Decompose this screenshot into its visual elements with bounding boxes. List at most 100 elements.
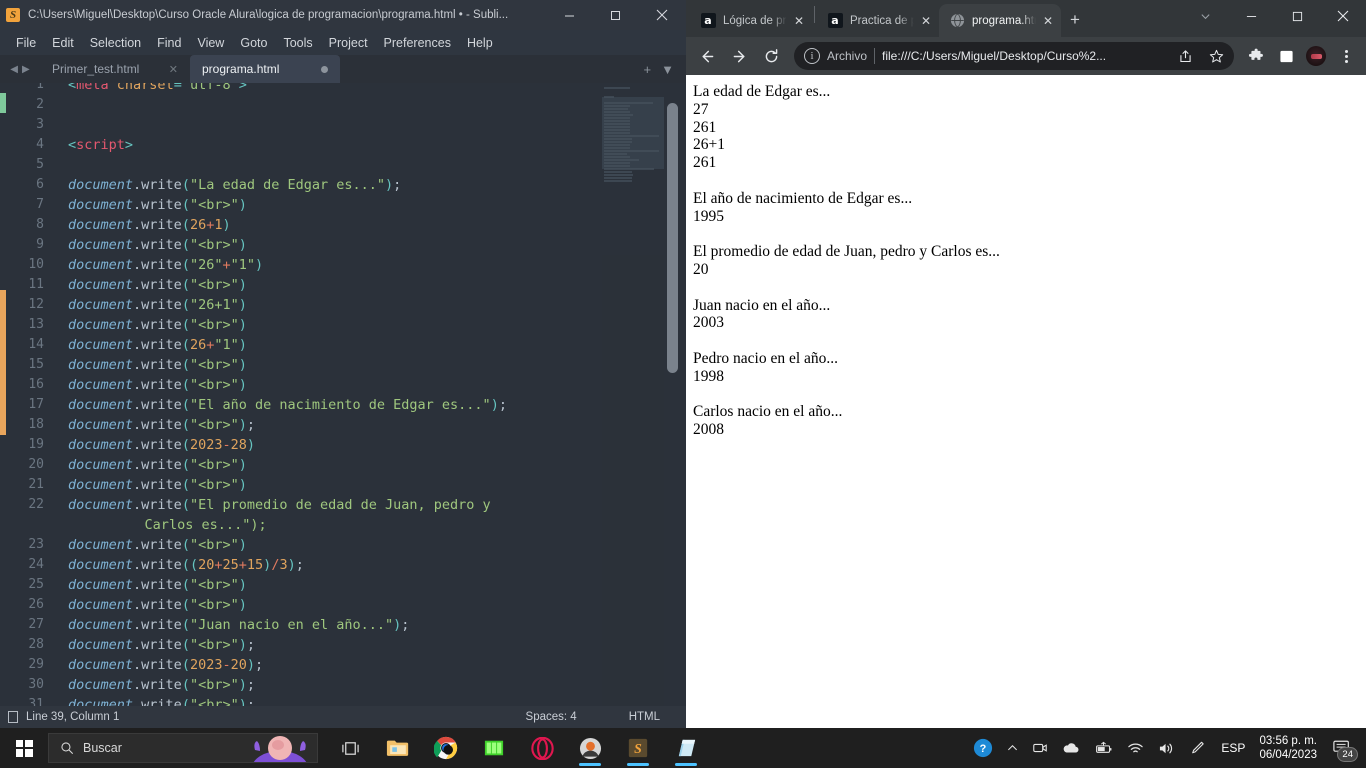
opera-icon[interactable] <box>518 728 566 768</box>
wifi-icon[interactable] <box>1120 728 1151 768</box>
minimize-button[interactable] <box>1228 0 1274 32</box>
share-icon[interactable] <box>1173 44 1197 68</box>
code-line[interactable]: document.write("El promedio de edad de J… <box>68 495 686 515</box>
new-tab-button[interactable]: + <box>1061 6 1089 34</box>
close-button[interactable] <box>1320 0 1366 32</box>
editor-scrollbar-thumb[interactable] <box>667 103 678 373</box>
code-line[interactable]: document.write("<br>") <box>68 355 686 375</box>
task-view-icon[interactable] <box>326 728 374 768</box>
volume-icon[interactable] <box>1151 728 1182 768</box>
code-line[interactable]: document.write("<br>"); <box>68 695 686 706</box>
chrome-icon[interactable] <box>422 728 470 768</box>
code-line[interactable]: document.write("<br>"); <box>68 415 686 435</box>
chevron-left-icon[interactable]: ◀ <box>10 64 18 75</box>
star-icon[interactable] <box>1204 44 1228 68</box>
code-line[interactable]: document.write("<br>") <box>68 475 686 495</box>
menu-file[interactable]: File <box>8 34 44 52</box>
code-line[interactable]: document.write("<br>") <box>68 535 686 555</box>
code-line[interactable]: document.write(2023-20); <box>68 655 686 675</box>
code-line[interactable]: document.write("26+1") <box>68 295 686 315</box>
profile-avatar[interactable] <box>1302 42 1330 70</box>
menu-tools[interactable]: Tools <box>275 34 320 52</box>
new-tab-icon[interactable]: + <box>644 62 652 77</box>
sublime-editor-area[interactable]: 1 2 3 4 5 6 7 8 9 10 11 12 13 14 15 16 17 18 19 20 21 22 23 24 2… <box>0 83 686 706</box>
code-line[interactable]: document.write("<br>"); <box>68 635 686 655</box>
close-icon[interactable]: ✕ <box>169 63 178 76</box>
onedrive-icon[interactable] <box>1055 728 1087 768</box>
code-line[interactable]: document.write("<br>") <box>68 575 686 595</box>
notepad-icon[interactable] <box>662 728 710 768</box>
menu-help[interactable]: Help <box>459 34 501 52</box>
show-hidden-icons[interactable] <box>1000 728 1025 768</box>
browser-tab-logica[interactable]: a Lógica de pro ✕ <box>690 4 812 37</box>
sidebar-toggle-icon[interactable] <box>0 711 26 723</box>
code-line[interactable]: document.write("<br>"); <box>68 675 686 695</box>
code-line[interactable]: document.write("<br>") <box>68 195 686 215</box>
code-line[interactable]: document.write(26+"1") <box>68 335 686 355</box>
code-line[interactable]: document.write("<br>") <box>68 315 686 335</box>
editor-tab-programa[interactable]: programa.html <box>190 55 340 83</box>
menu-project[interactable]: Project <box>321 34 376 52</box>
indentation-setting[interactable]: Spaces: 4 <box>500 711 603 723</box>
maximize-button[interactable] <box>592 0 638 30</box>
close-button[interactable] <box>638 0 686 30</box>
taskbar-search-box[interactable]: Buscar <box>48 733 318 763</box>
address-bar[interactable]: i Archivo file:///C:/Users/Miguel/Deskto… <box>794 42 1234 70</box>
code-line[interactable]: document.write((20+25+15)/3); <box>68 555 686 575</box>
code-line[interactable]: document.write("El año de nacimiento de … <box>68 395 686 415</box>
syntax-mode[interactable]: HTML <box>603 711 686 723</box>
menu-find[interactable]: Find <box>149 34 189 52</box>
info-icon[interactable]: i <box>804 48 820 64</box>
language-indicator[interactable]: ESP <box>1213 741 1253 755</box>
menu-goto[interactable]: Goto <box>232 34 275 52</box>
code-line[interactable] <box>68 95 686 115</box>
chevron-down-icon[interactable]: ▼ <box>661 62 674 77</box>
close-icon[interactable]: ✕ <box>794 15 804 27</box>
avatar-app-icon[interactable] <box>566 728 614 768</box>
browser-tab-programa[interactable]: programa.htm ✕ <box>939 4 1061 37</box>
code-line[interactable]: Carlos es..."); <box>68 515 686 535</box>
code-content[interactable]: <meta charset="utf-8"> <script> document… <box>54 83 686 706</box>
code-minimap[interactable] <box>602 83 664 706</box>
menu-view[interactable]: View <box>189 34 232 52</box>
notification-center-button[interactable]: 24 <box>1325 728 1362 768</box>
clock[interactable]: 03:56 p. m. 06/04/2023 <box>1253 734 1325 762</box>
url-text[interactable]: file:///C:/Users/Miguel/Desktop/Curso%2.… <box>882 49 1166 63</box>
tab-scroll-arrows[interactable]: ◀ ▶ <box>0 55 40 83</box>
back-icon[interactable] <box>692 41 722 71</box>
code-line[interactable]: document.write("<br>") <box>68 595 686 615</box>
code-line[interactable]: <script> <box>68 135 686 155</box>
puzzle-icon[interactable] <box>1242 42 1270 70</box>
menu-edit[interactable]: Edit <box>44 34 82 52</box>
pen-icon[interactable] <box>1182 728 1213 768</box>
minimize-button[interactable] <box>546 0 592 30</box>
three-dot-menu-icon[interactable] <box>1332 42 1360 70</box>
code-line[interactable]: document.write(26+1) <box>68 215 686 235</box>
battery-icon[interactable] <box>1087 728 1120 768</box>
forward-icon[interactable] <box>724 41 754 71</box>
side-panel-icon[interactable] <box>1272 42 1300 70</box>
excel-icon[interactable] <box>470 728 518 768</box>
editor-scrollbar-track[interactable] <box>667 83 682 706</box>
maximize-button[interactable] <box>1274 0 1320 32</box>
code-line[interactable]: document.write("<br>") <box>68 235 686 255</box>
reload-icon[interactable] <box>756 41 786 71</box>
code-line[interactable]: document.write(2023-28) <box>68 435 686 455</box>
browser-tab-practica[interactable]: a Practica de p ✕ <box>817 4 939 37</box>
code-line[interactable]: document.write("<br>") <box>68 375 686 395</box>
menu-selection[interactable]: Selection <box>82 34 149 52</box>
close-icon[interactable]: ✕ <box>1043 15 1053 27</box>
editor-tab-primer-test[interactable]: Primer_test.html ✕ <box>40 55 190 83</box>
sublime-text-icon[interactable]: S <box>614 728 662 768</box>
code-line[interactable]: document.write("26"+"1") <box>68 255 686 275</box>
code-line[interactable]: document.write("<br>") <box>68 455 686 475</box>
chevron-down-icon[interactable] <box>1182 0 1228 32</box>
chevron-right-icon[interactable]: ▶ <box>22 64 30 75</box>
code-line[interactable] <box>68 115 686 135</box>
menu-preferences[interactable]: Preferences <box>376 34 459 52</box>
code-line[interactable] <box>68 155 686 175</box>
windows-start-button[interactable] <box>0 728 48 768</box>
code-line[interactable]: document.write("<br>") <box>68 275 686 295</box>
code-line[interactable]: document.write("Juan nacio en el año..."… <box>68 615 686 635</box>
camera-icon[interactable] <box>1025 728 1055 768</box>
